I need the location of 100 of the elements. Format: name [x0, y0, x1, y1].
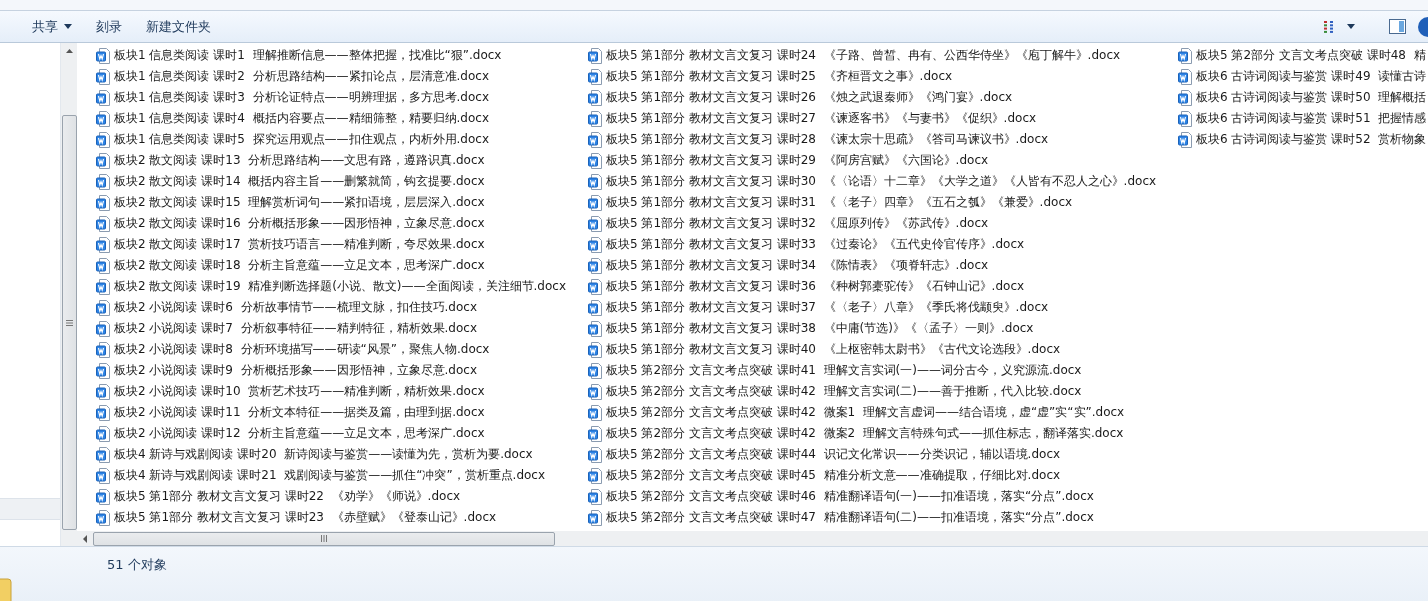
document-icon	[588, 341, 602, 358]
file-item[interactable]: 板块1 信息类阅读 课时5 探究运用观点——扣住观点，内析外用.docx	[96, 129, 588, 150]
document-icon	[588, 425, 602, 442]
file-item[interactable]: 板块4 新诗与戏剧阅读 课时21 戏剧阅读与鉴赏——抓住“冲突”，赏析重点.docx	[96, 465, 588, 486]
document-icon	[96, 257, 110, 274]
file-item[interactable]: 板块5 第2部分 文言文考点突破 课时45 精准分析文意——准确提取，仔细比对.docx	[588, 465, 1178, 486]
file-item[interactable]: 板块5 第1部分 教材文言文复习 课时34 《陈情表》《项脊轩志》.docx	[588, 255, 1178, 276]
document-icon	[96, 89, 110, 106]
file-item[interactable]: 板块5 第2部分 文言文考点突破 课时47 精准翻译语句(二)——扣准语境，落实“分点”.docx	[588, 507, 1178, 528]
document-icon	[588, 446, 602, 463]
document-icon	[96, 446, 110, 463]
item-count: 51 个对象	[107, 556, 167, 574]
file-item[interactable]: 板块5 第1部分 教材文言文复习 课时36 《种树郭橐驼传》《石钟山记》.docx	[588, 276, 1178, 297]
file-item[interactable]: 板块2 小说阅读 课时11 分析文本特征——据类及篇，由理到据.docx	[96, 402, 588, 423]
file-item[interactable]: 板块5 第1部分 教材文言文复习 课时22 《劝学》《师说》.docx	[96, 486, 588, 507]
file-item[interactable]: 板块5 第2部分 文言文考点突破 课时46 精准翻译语句(一)——扣准语境，落实“分点”.docx	[588, 486, 1178, 507]
burn-button[interactable]: 刻录	[84, 13, 134, 40]
file-item[interactable]: 板块5 第2部分 文言文考点突破 课时42 理解文言实词(二)——善于推断，代入比较.docx	[588, 381, 1178, 402]
file-item[interactable]: 板块5 第1部分 教材文言文复习 课时29 《阿房宫赋》《六国论》.docx	[588, 150, 1178, 171]
file-item[interactable]: 板块5 第1部分 教材文言文复习 课时38 《中庸(节选)》《〈孟子〉一则》.docx	[588, 318, 1178, 339]
file-item[interactable]: 板块6 古诗词阅读与鉴赏 课时50 理解概括	[1178, 87, 1428, 108]
document-icon	[588, 89, 602, 106]
file-item[interactable]: 板块2 小说阅读 课时6 分析故事情节——梳理文脉，扣住技巧.docx	[96, 297, 588, 318]
file-item[interactable]: 板块6 古诗词阅读与鉴赏 课时49 读懂古诗	[1178, 66, 1428, 87]
file-item[interactable]: 板块5 第2部分 文言文考点突破 课时42 微案1 理解文言虚词——结合语境，虚“虚”实“实”.docx	[588, 402, 1178, 423]
document-icon	[588, 509, 602, 526]
file-item[interactable]: 板块5 第1部分 教材文言文复习 课时33 《过秦论》《五代史伶官传序》.docx	[588, 234, 1178, 255]
file-item[interactable]: 板块5 第2部分 文言文考点突破 课时48 精	[1178, 45, 1428, 66]
file-item[interactable]: 板块2 小说阅读 课时10 赏析艺术技巧——精准判断，精析效果.docx	[96, 381, 588, 402]
document-icon	[588, 131, 602, 148]
file-item[interactable]: 板块2 散文阅读 课时13 分析思路结构——文思有路，遵路识真.docx	[96, 150, 588, 171]
file-item[interactable]: 板块2 散文阅读 课时17 赏析技巧语言——精准判断，夸尽效果.docx	[96, 234, 588, 255]
document-icon	[588, 152, 602, 169]
file-item[interactable]: 板块5 第1部分 教材文言文复习 课时23 《赤壁赋》《登泰山记》.docx	[96, 507, 588, 528]
file-item[interactable]: 板块4 新诗与戏剧阅读 课时20 新诗阅读与鉴赏——读懂为先，赏析为要.docx	[96, 444, 588, 465]
document-icon	[1178, 47, 1192, 64]
file-item[interactable]: 板块2 散文阅读 课时14 概括内容主旨——删繁就简，钩玄提要.docx	[96, 171, 588, 192]
document-icon	[96, 47, 110, 64]
document-icon	[588, 173, 602, 190]
file-item[interactable]: 板块2 小说阅读 课时12 分析主旨意蕴——立足文本，思考深广.docx	[96, 423, 588, 444]
document-icon	[96, 425, 110, 442]
file-item[interactable]: 板块2 小说阅读 课时7 分析叙事特征——精判特征，精析效果.docx	[96, 318, 588, 339]
document-icon	[1178, 110, 1192, 127]
file-item[interactable]: 板块2 散文阅读 课时15 理解赏析词句——紧扣语境，层层深入.docx	[96, 192, 588, 213]
file-item[interactable]: 板块6 古诗词阅读与鉴赏 课时51 把握情感	[1178, 108, 1428, 129]
file-item[interactable]: 板块5 第2部分 文言文考点突破 课时44 识记文化常识——分类识记，辅以语境.docx	[588, 444, 1178, 465]
scroll-up-icon[interactable]	[65, 49, 73, 53]
file-item[interactable]: 板块5 第1部分 教材文言文复习 课时25 《齐桓晋文之事》.docx	[588, 66, 1178, 87]
file-item[interactable]: 板块1 信息类阅读 课时2 分析思路结构——紧扣论点，层清意准.docx	[96, 66, 588, 87]
file-item[interactable]: 板块5 第1部分 教材文言文复习 课时37 《〈老子〉八章》《季氏将伐颛臾》.docx	[588, 297, 1178, 318]
file-item[interactable]: 板块5 第2部分 文言文考点突破 课时41 理解文言实词(一)——词分古今，义究源流.docx	[588, 360, 1178, 381]
document-icon	[588, 257, 602, 274]
document-icon	[96, 68, 110, 85]
new-folder-button[interactable]: 新建文件夹	[134, 13, 223, 40]
document-icon	[588, 320, 602, 337]
file-item[interactable]: 板块5 第1部分 教材文言文复习 课时28 《谏太宗十思疏》《答司马谏议书》.docx	[588, 129, 1178, 150]
file-item[interactable]: 板块2 散文阅读 课时16 分析概括形象——因形悟神，立象尽意.docx	[96, 213, 588, 234]
grip-icon	[65, 319, 73, 326]
document-icon	[96, 173, 110, 190]
document-icon	[588, 47, 602, 64]
file-item[interactable]: 板块2 散文阅读 课时19 精准判断选择题(小说、散文)——全面阅读，关注细节.docx	[96, 276, 588, 297]
document-icon	[96, 131, 110, 148]
file-item[interactable]: 板块1 信息类阅读 课时1 理解推断信息——整体把握，找准比“狠”.docx	[96, 45, 588, 66]
document-icon	[96, 383, 110, 400]
file-item[interactable]: 板块2 小说阅读 课时9 分析概括形象——因形悟神，立象尽意.docx	[96, 360, 588, 381]
document-icon	[588, 236, 602, 253]
document-icon	[588, 194, 602, 211]
document-icon	[588, 383, 602, 400]
document-icon	[96, 236, 110, 253]
file-item[interactable]: 板块5 第2部分 文言文考点突破 课时42 微案2 理解文言特殊句式——抓住标志，翻译落实.docx	[588, 423, 1178, 444]
document-icon	[588, 362, 602, 379]
document-icon	[588, 68, 602, 85]
file-item[interactable]: 板块5 第1部分 教材文言文复习 课时30 《〈论语〉十二章》《大学之道》《人皆有不忍人之心》.docx	[588, 171, 1178, 192]
document-icon	[588, 467, 602, 484]
document-icon	[1178, 68, 1192, 85]
document-icon	[1178, 131, 1192, 148]
document-icon	[588, 110, 602, 127]
file-item[interactable]: 板块5 第1部分 教材文言文复习 课时40 《上枢密韩太尉书》《古代文论选段》.docx	[588, 339, 1178, 360]
document-icon	[96, 215, 110, 232]
document-icon	[96, 320, 110, 337]
document-icon	[96, 488, 110, 505]
document-icon	[1178, 89, 1192, 106]
file-item[interactable]: 板块1 信息类阅读 课时3 分析论证特点——明辨理据，多方思考.docx	[96, 87, 588, 108]
file-item[interactable]: 板块5 第1部分 教材文言文复习 课时32 《屈原列传》《苏武传》.docx	[588, 213, 1178, 234]
file-item[interactable]: 板块6 古诗词阅读与鉴赏 课时52 赏析物象	[1178, 129, 1428, 150]
file-item[interactable]: 板块5 第1部分 教材文言文复习 课时31 《〈老子〉四章》《五石之瓠》《兼爱》.docx	[588, 192, 1178, 213]
grip-icon	[321, 535, 327, 542]
file-item[interactable]: 板块5 第1部分 教材文言文复习 课时26 《烛之武退秦师》《鸿门宴》.docx	[588, 87, 1178, 108]
file-item[interactable]: 板块5 第1部分 教材文言文复习 课时24 《子路、曾皙、冉有、公西华侍坐》《庖丁解牛》.docx	[588, 45, 1178, 66]
share-menu[interactable]: 共享	[20, 13, 84, 40]
document-icon	[588, 404, 602, 421]
document-icon	[96, 362, 110, 379]
document-icon	[588, 215, 602, 232]
preview-pane-icon[interactable]	[1389, 19, 1406, 34]
file-item[interactable]: 板块2 小说阅读 课时8 分析环境描写——研读“风景”，聚焦人物.docx	[96, 339, 588, 360]
caret-icon[interactable]	[1347, 24, 1355, 29]
file-item[interactable]: 板块1 信息类阅读 课时4 概括内容要点——精细筛整，精要归纳.docx	[96, 108, 588, 129]
caret-icon	[64, 24, 72, 29]
file-item[interactable]: 板块5 第1部分 教材文言文复习 课时27 《谏逐客书》《与妻书》《促织》.docx	[588, 108, 1178, 129]
file-item[interactable]: 板块2 散文阅读 课时18 分析主旨意蕴——立足文本，思考深广.docx	[96, 255, 588, 276]
